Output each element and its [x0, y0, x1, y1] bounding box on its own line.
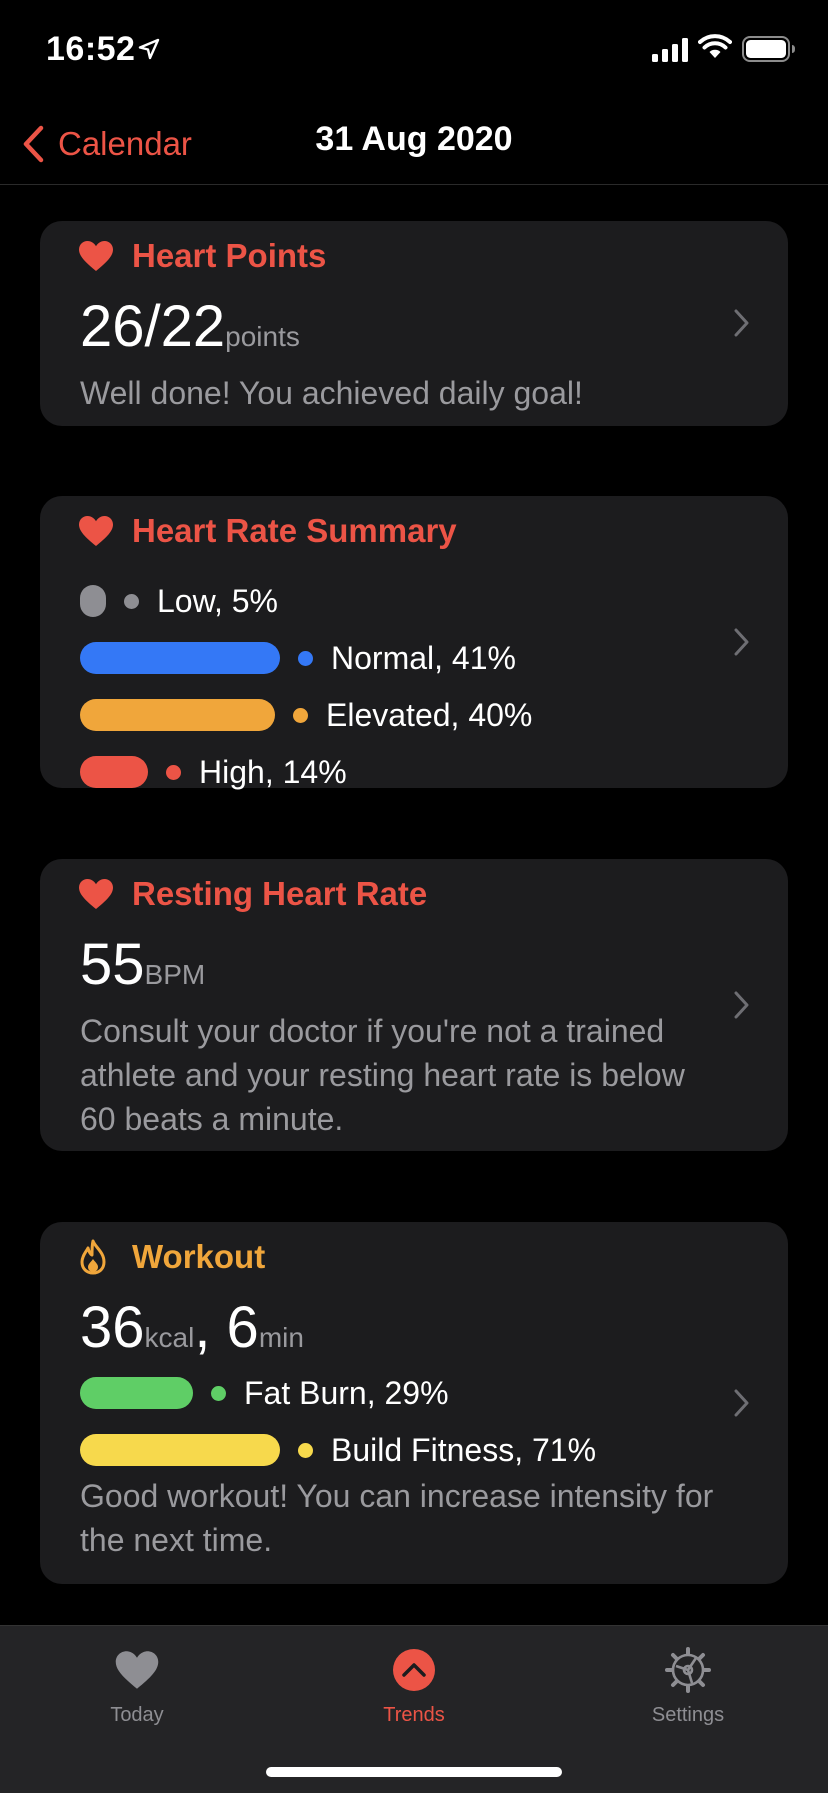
resting-heart-rate-value: 55 [80, 932, 145, 997]
tab-settings[interactable]: Settings [598, 1644, 778, 1727]
heart-icon [78, 513, 116, 549]
zone-dot [211, 1385, 226, 1401]
card-title: Resting Heart Rate [132, 875, 428, 912]
zone-bar [80, 699, 275, 731]
resting-heart-rate-unit: BPM [144, 959, 206, 990]
status-bar: 16:52 [0, 0, 828, 100]
zone-label: High, 14% [199, 753, 347, 790]
zone-label: Low, 5% [157, 582, 278, 619]
zone-label: Build Fitness, 71% [331, 1431, 597, 1468]
zone-bar [80, 585, 106, 617]
chevron-right-icon [734, 628, 749, 656]
home-indicator [266, 1767, 562, 1777]
resting-heart-rate-card[interactable]: Resting Heart Rate 55BPM Consult your do… [40, 859, 788, 1151]
heart-points-card[interactable]: Heart Points 26/22points Well done! You … [40, 221, 788, 426]
workout-value-row: 36kcal, 6min [80, 1294, 304, 1361]
resting-heart-rate-value-row: 55BPM [80, 931, 205, 998]
card-header: Resting Heart Rate [78, 875, 427, 913]
zone-bar [80, 1377, 193, 1409]
card-title: Heart Points [132, 237, 327, 274]
zone-row: Fat Burn, 29% [80, 1374, 449, 1411]
zone-dot [293, 707, 308, 723]
heart-icon [78, 238, 116, 274]
card-header: Heart Rate Summary [78, 512, 457, 550]
zone-label: Elevated, 40% [326, 696, 533, 733]
heart-points-unit: points [225, 321, 300, 352]
zone-row: Elevated, 40% [80, 696, 533, 733]
zone-row: Low, 5% [80, 582, 278, 619]
zone-bar [80, 756, 148, 788]
battery-icon [742, 36, 795, 62]
workout-card[interactable]: Workout 36kcal, 6min Fat Burn, 29% Build … [40, 1222, 788, 1584]
zone-dot [124, 593, 139, 609]
heart-rate-summary-card[interactable]: Heart Rate Summary Low, 5% Normal, 41% Ele… [40, 496, 788, 790]
card-header: Heart Points [78, 237, 326, 275]
zone-row: Build Fitness, 71% [80, 1431, 597, 1468]
wifi-icon [698, 34, 732, 58]
zone-bar [80, 642, 280, 674]
zone-row: High, 14% [80, 753, 347, 790]
card-title: Heart Rate Summary [132, 512, 457, 549]
card-header: Workout [78, 1238, 265, 1276]
zone-dot [166, 764, 181, 780]
workout-message: Good workout! You can increase intensity… [80, 1478, 714, 1558]
page-title: 31 Aug 2020 [315, 120, 513, 158]
resting-heart-rate-message: Consult your doctor if you're not a trai… [80, 1013, 685, 1137]
zone-bar [80, 1434, 280, 1466]
tab-label: Settings [651, 1704, 725, 1726]
location-arrow-icon [138, 38, 160, 60]
zone-dot [298, 1442, 313, 1458]
chevron-right-icon [734, 991, 749, 1019]
card-title: Workout [132, 1238, 266, 1275]
heart-icon [78, 876, 116, 912]
workout-min-value: 6 [226, 1295, 259, 1360]
navigation-bar: Calendar 31 Aug 2020 [0, 100, 828, 185]
heart-points-message: Well done! You achieved daily goal! [80, 375, 583, 411]
workout-min-unit: min [258, 1322, 304, 1353]
zone-dot [298, 650, 313, 666]
flame-icon [78, 1239, 116, 1275]
cellular-signal-icon [652, 38, 688, 62]
zone-label: Fat Burn, 29% [244, 1374, 449, 1411]
tab-label: Trends [383, 1704, 445, 1726]
heart-points-value: 26/22 [80, 294, 226, 359]
workout-kcal-value: 36 [80, 1295, 145, 1360]
zone-row: Normal, 41% [80, 639, 516, 676]
gear-icon [665, 1647, 711, 1693]
workout-separator: , [194, 1295, 227, 1360]
chevron-right-icon [734, 1389, 749, 1417]
tab-trends[interactable]: Trends [324, 1644, 504, 1727]
heart-points-value-row: 26/22points [80, 293, 300, 360]
workout-kcal-unit: kcal [144, 1322, 195, 1353]
chevron-right-icon [734, 309, 749, 337]
trends-icon [393, 1649, 435, 1691]
tab-label: Today [110, 1704, 164, 1726]
heart-icon [115, 1651, 159, 1689]
status-time: 16:52 [46, 30, 136, 68]
zone-label: Normal, 41% [331, 639, 516, 676]
tab-today[interactable]: Today [47, 1644, 227, 1727]
